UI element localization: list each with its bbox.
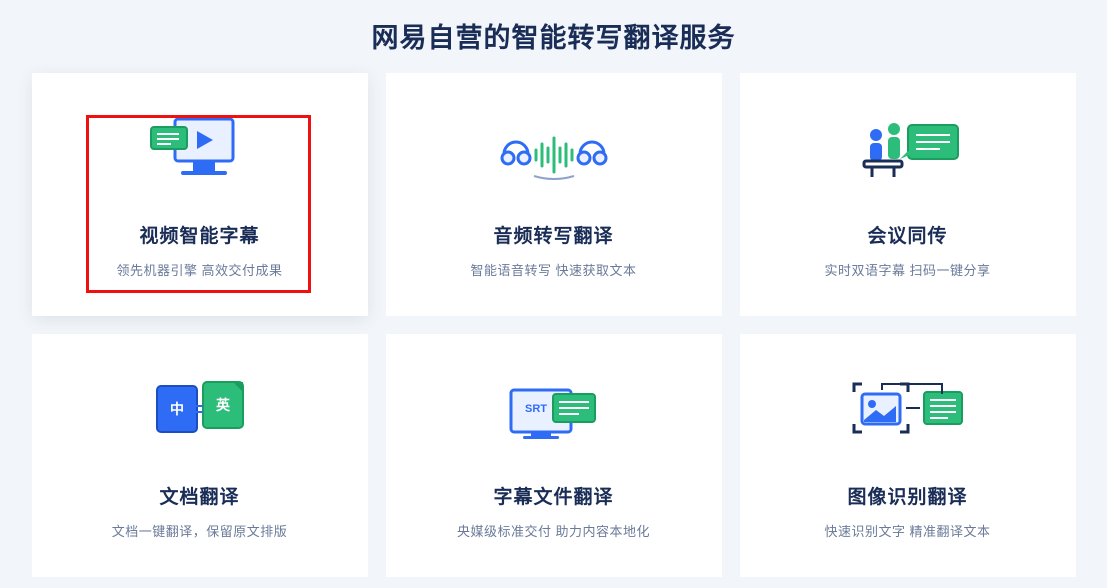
- card-title: 字幕文件翻译: [493, 482, 613, 509]
- card-title: 音频转写翻译: [493, 221, 613, 248]
- srt-translate-icon: SRT: [494, 372, 614, 450]
- card-doc-translate[interactable]: 中 英 文档翻译 文档一键翻译，保留原文排版: [32, 334, 368, 577]
- card-audio-transcribe[interactable]: 音频转写翻译 智能语音转写 快速获取文本: [386, 73, 722, 316]
- card-desc: 快速识别文字 精准翻译文本: [824, 521, 990, 540]
- card-desc: 实时双语字幕 扫码一键分享: [824, 260, 990, 279]
- doc-translate-icon: 中 英: [140, 372, 260, 450]
- service-grid: 视频智能字幕 领先机器引擎 高效交付成果: [0, 73, 1107, 577]
- card-title: 视频智能字幕: [139, 221, 259, 248]
- card-desc: 智能语音转写 快速获取文本: [470, 260, 636, 279]
- audio-transcribe-icon: [494, 111, 614, 189]
- video-subtitle-icon: [140, 111, 260, 189]
- card-title: 会议同传: [867, 221, 947, 248]
- card-desc: 文档一键翻译，保留原文排版: [112, 521, 288, 540]
- svg-text:中: 中: [170, 401, 184, 417]
- card-meeting-interpret[interactable]: 会议同传 实时双语字幕 扫码一键分享: [740, 73, 1076, 316]
- image-ocr-icon: [848, 372, 968, 450]
- card-title: 图像识别翻译: [847, 482, 967, 509]
- card-title: 文档翻译: [159, 482, 239, 509]
- svg-text:英: 英: [215, 397, 231, 413]
- card-image-ocr[interactable]: 图像识别翻译 快速识别文字 精准翻译文本: [740, 334, 1076, 577]
- card-desc: 央媒级标准交付 助力内容本地化: [457, 521, 650, 540]
- card-video-subtitle[interactable]: 视频智能字幕 领先机器引擎 高效交付成果: [32, 73, 368, 316]
- card-srt-translate[interactable]: SRT 字幕文件翻译 央媒级标准交付 助力内容本地化: [386, 334, 722, 577]
- card-desc: 领先机器引擎 高效交付成果: [116, 260, 282, 279]
- svg-text:SRT: SRT: [525, 403, 547, 415]
- page-title: 网易自营的智能转写翻译服务: [0, 0, 1107, 73]
- meeting-interpret-icon: [848, 111, 968, 189]
